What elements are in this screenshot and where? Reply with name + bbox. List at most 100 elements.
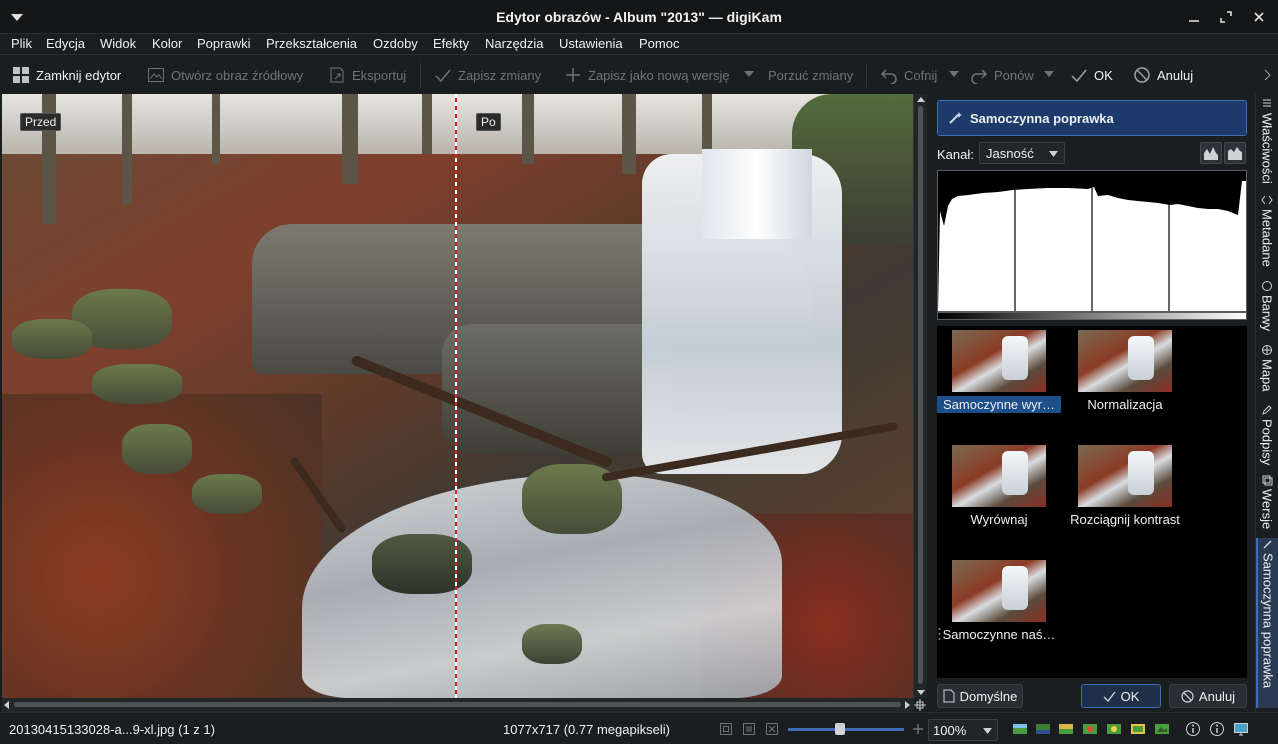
log-histogram-button[interactable] [1224,142,1246,164]
tab-auto-correction[interactable]: Samoczynna poprawka [1256,538,1278,708]
tab-properties[interactable]: Właściwości [1256,98,1278,184]
zoom-slider-track[interactable] [788,728,904,731]
open-original-label: Otwórz obraz źródłowy [171,67,304,83]
undo-button[interactable]: Cofnij [880,65,937,85]
panel-cancel-button[interactable]: Anuluj [1169,684,1247,708]
menu-przeksztalcenia[interactable]: Przekształcenia [266,36,357,51]
histogram [937,170,1247,312]
close-editor-button[interactable]: Zamknij edytor [12,65,121,85]
menu-poprawki[interactable]: Poprawki [197,36,250,51]
horizontal-scrollbar[interactable] [2,698,913,712]
menu-widok[interactable]: Widok [100,36,136,51]
photo-rock [442,324,672,454]
tab-captions[interactable]: Podpisy [1256,404,1278,465]
defaults-label: Domyślne [959,688,1018,704]
cancel-icon [1181,689,1194,703]
toolbar-overflow-icon[interactable] [1264,69,1272,81]
export-label: Eksportuj [352,67,407,83]
linear-histogram-button[interactable] [1200,142,1222,164]
minimize-icon[interactable] [1186,9,1202,25]
channel-select[interactable]: Jasność [979,142,1065,164]
preset-auto-exposure[interactable]: Samoczynne naś… [937,560,1061,643]
image-info-icon[interactable] [1154,721,1170,737]
navigate-icon[interactable] [914,699,926,711]
scroll-right-icon[interactable] [903,701,911,709]
menu-narzedzia[interactable]: Narzędzia [485,36,544,51]
zoom-level-combo[interactable]: 100% [928,719,998,741]
menu-ustawienia[interactable]: Ustawienia [559,36,623,51]
monitor-icon[interactable] [1233,721,1249,737]
preview-icon[interactable] [1130,721,1146,737]
export-button[interactable]: Eksportuj [328,65,406,85]
chevron-down-icon[interactable] [1044,70,1054,78]
info-icon[interactable] [1185,721,1201,737]
tab-versions[interactable]: Wersje [1256,474,1278,529]
tab-colors[interactable]: Barwy [1256,280,1278,331]
preset-normalize[interactable]: Normalizacja [1063,330,1187,413]
zoom-fit-icon[interactable] [718,721,734,737]
close-editor-label: Zamknij edytor [36,67,122,83]
zoom-level-value: 100% [933,723,967,738]
zoom-out-icon[interactable] [764,721,780,737]
photo-mossy-rock [122,424,192,474]
title-bar: Edytor obrazów - Album "2013" — digiKam [0,0,1278,34]
open-original-button[interactable]: Otwórz obraz źródłowy [147,65,303,85]
save-changes-button[interactable]: Zapisz zmiany [434,65,541,85]
zoom-slider-handle[interactable] [835,723,846,735]
pencil-icon [1262,405,1272,415]
discard-changes-label: Porzuć zmiany [768,67,854,83]
defaults-button[interactable]: Domyślne [937,684,1023,708]
photo-sky [2,94,913,154]
scroll-down-icon[interactable] [917,688,925,696]
checkmark-icon [1103,691,1116,702]
grid-icon [13,67,29,83]
cancel-button[interactable]: Anuluj [1133,65,1193,85]
ok-button[interactable]: OK [1070,65,1113,85]
tab-label: Metadane [1259,209,1275,267]
panel-title: Samoczynna poprawka [970,110,1114,126]
menu-ozdoby[interactable]: Ozdoby [373,36,418,51]
preset-auto-levels[interactable]: Samoczynne wyr… [937,330,1061,413]
globe-icon [1262,345,1272,355]
panel-ok-button[interactable]: OK [1081,684,1161,708]
image-canvas[interactable] [2,94,913,698]
softproof-icon[interactable] [1082,721,1098,737]
vertical-scroll-thumb[interactable] [918,106,923,684]
underexposure-icon[interactable] [1035,721,1051,737]
zoom-actual-icon[interactable] [741,721,757,737]
info-icon[interactable] [1209,721,1225,737]
menu-kolor[interactable]: Kolor [152,36,182,51]
discard-changes-button[interactable]: Porzuć zmiany [768,65,853,85]
menu-efekty[interactable]: Efekty [433,36,469,51]
tab-metadata[interactable]: Metadane [1256,194,1278,267]
horizontal-scroll-thumb[interactable] [14,702,901,707]
save-new-version-button[interactable]: Zapisz jako nową wersję [564,65,730,85]
scroll-left-icon[interactable] [3,701,11,709]
chevron-down-icon[interactable] [949,70,959,78]
chevron-down-icon[interactable] [744,70,754,78]
color-managed-view-icon[interactable] [1058,721,1074,737]
tab-map[interactable]: Mapa [1256,344,1278,392]
status-filename: 20130415133028-a...9-xl.jpg (1 z 1) [9,722,215,737]
panel-ok-label: OK [1120,688,1140,704]
focus-icon[interactable] [1106,721,1122,737]
zoom-in-icon[interactable] [910,721,926,737]
overexposure-icon[interactable] [1012,721,1028,737]
menu-edycja[interactable]: Edycja [46,36,85,51]
scroll-up-icon[interactable] [917,96,925,104]
tree-trunk [342,94,358,184]
tree-trunk [212,94,220,164]
palette-icon [1262,281,1272,291]
preset-label: Samoczynne wyr… [937,396,1061,413]
preset-stretch-contrast[interactable]: Rozciągnij kontrast [1063,445,1187,528]
tab-label: Barwy [1259,295,1275,332]
menu-plik[interactable]: Plik [11,36,32,51]
close-icon[interactable] [1251,9,1267,25]
maximize-icon[interactable] [1218,9,1234,25]
before-after-split-line[interactable] [455,94,457,698]
preset-equalize[interactable]: Wyrównaj [937,445,1061,528]
menu-pomoc[interactable]: Pomoc [639,36,679,51]
preset-thumbnail [952,560,1046,622]
vertical-scrollbar[interactable] [913,94,927,698]
redo-button[interactable]: Ponów [970,65,1034,85]
